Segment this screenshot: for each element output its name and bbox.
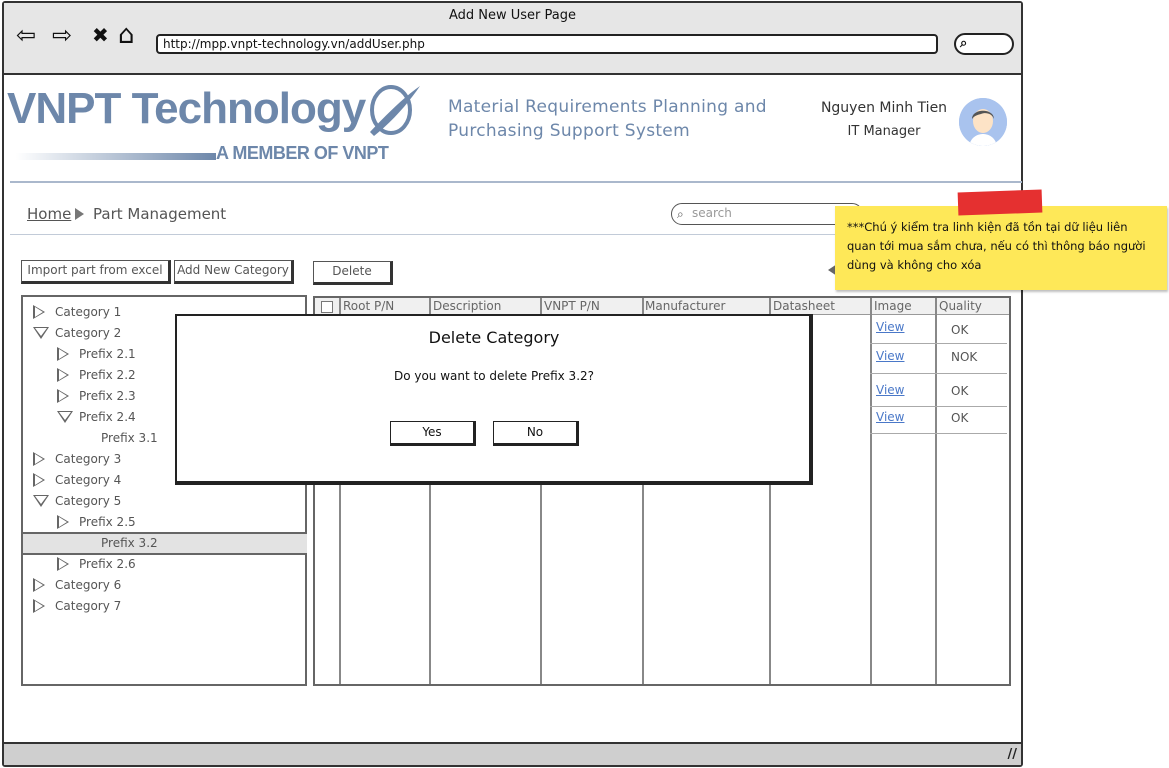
system-title: Material Requirements Planning and Purch… (448, 97, 767, 141)
tree-item[interactable]: Category 7 (23, 596, 303, 616)
add-category-button[interactable]: Add New Category (174, 260, 294, 284)
row-divider (870, 343, 1007, 344)
chevron-right-icon[interactable] (33, 599, 45, 613)
sticky-tape (957, 189, 1043, 216)
tree-item[interactable]: Prefix 2.5 (23, 512, 303, 532)
window-title: Add New User Page (448, 8, 577, 23)
chevron-down-icon[interactable] (33, 327, 49, 339)
chevron-right-icon[interactable] (33, 452, 45, 466)
delete-category-dialog: Delete Category Do you want to delete Pr… (175, 314, 813, 485)
table-header: Root P/N Description VNPT P/N Manufactur… (315, 298, 1009, 315)
column-header[interactable]: Image (874, 299, 912, 313)
tree-item-label: Category 4 (55, 473, 122, 487)
tree-item-label: Category 6 (55, 578, 122, 592)
chevron-down-icon[interactable] (33, 495, 49, 507)
tree-item-selected[interactable]: Prefix 3.2 (23, 533, 303, 553)
select-all-checkbox[interactable] (321, 301, 333, 313)
import-excel-button[interactable]: Import part from excel (21, 260, 171, 284)
forward-icon[interactable]: ⇨ (52, 23, 72, 47)
back-icon[interactable]: ⇦ (16, 23, 36, 47)
tree-item-label: Category 3 (55, 452, 122, 466)
tree-item-label: Category 5 (55, 494, 122, 508)
delete-button[interactable]: Delete (313, 261, 393, 285)
view-image-link[interactable]: View (876, 320, 904, 334)
tree-item-label: Prefix 3.2 (101, 536, 158, 550)
user-name: Nguyen Minh Tien (820, 100, 948, 116)
sticky-note: ***Chú ý kiểm tra linh kiện đã tồn tại d… (835, 206, 1167, 290)
quality-value: OK (951, 411, 969, 425)
breadcrumb-chevron-icon (75, 208, 84, 220)
view-image-link[interactable]: View (876, 410, 904, 424)
logo-swoosh-icon (370, 85, 420, 136)
tree-item[interactable]: Category 5 (23, 491, 303, 511)
yes-button[interactable]: Yes (390, 421, 476, 446)
tree-item[interactable]: Prefix 2.6 (23, 554, 303, 574)
tree-item[interactable]: Category 6 (23, 575, 303, 595)
view-image-link[interactable]: View (876, 383, 904, 397)
tree-item-label: Prefix 2.2 (79, 368, 136, 382)
no-button[interactable]: No (493, 421, 579, 446)
chevron-right-icon[interactable] (57, 347, 69, 361)
column-header[interactable]: Manufacturer (645, 299, 725, 313)
chevron-right-icon[interactable] (33, 305, 45, 319)
browser-window: Add New User Page ⇦ ⇨ ✖ ⌂ http://mpp.vnp… (2, 1, 1023, 767)
column-divider (870, 298, 872, 684)
chevron-right-icon[interactable] (57, 515, 69, 529)
tree-item-label: Prefix 2.5 (79, 515, 136, 529)
column-header[interactable]: Root P/N (343, 299, 394, 313)
quality-value: OK (951, 384, 969, 398)
tree-item-label: Prefix 2.3 (79, 389, 136, 403)
row-divider (870, 373, 1007, 374)
tree-item-label: Category 7 (55, 599, 122, 613)
column-header[interactable]: Datasheet (773, 299, 835, 313)
quality-value: NOK (951, 350, 978, 364)
chevron-right-icon[interactable] (57, 368, 69, 382)
column-header[interactable]: Description (433, 299, 501, 313)
column-divider (935, 298, 937, 684)
logo-text: VNPT Technology (7, 84, 366, 133)
dialog-title: Delete Category (428, 328, 560, 347)
browser-titlebar: Add New User Page ⇦ ⇨ ✖ ⌂ http://mpp.vnp… (4, 3, 1021, 75)
header-divider (10, 181, 1022, 183)
view-image-link[interactable]: View (876, 349, 904, 363)
home-icon[interactable]: ⌂ (118, 22, 135, 48)
row-divider (870, 406, 1007, 407)
tree-item-label: Prefix 2.6 (79, 557, 136, 571)
row-divider (870, 433, 1007, 434)
search-icon: ⌕ (960, 36, 968, 51)
chevron-right-icon[interactable] (33, 473, 45, 487)
chevron-down-icon[interactable] (57, 411, 73, 423)
url-bar[interactable]: http://mpp.vnpt-technology.vn/addUser.ph… (156, 34, 938, 54)
search-placeholder: search (692, 206, 732, 220)
tree-item-label: Prefix 2.1 (79, 347, 136, 361)
breadcrumb-home-link[interactable]: Home (27, 205, 71, 223)
tree-item-label: Category 1 (55, 305, 122, 319)
tree-item-label: Prefix 3.1 (101, 431, 158, 445)
browser-search-field[interactable]: ⌕ (954, 33, 1014, 55)
resize-grip-icon[interactable]: // (1008, 747, 1018, 762)
column-header[interactable]: VNPT P/N (544, 299, 600, 313)
chevron-right-icon[interactable] (33, 578, 45, 592)
avatar[interactable] (959, 98, 1007, 146)
tree-item-label: Category 2 (55, 326, 122, 340)
user-avatar-icon (959, 98, 1007, 146)
tree-item-label: Prefix 2.4 (79, 410, 136, 424)
logo-subtitle: A MEMBER OF VNPT (216, 143, 389, 163)
logo-bar (16, 153, 216, 160)
close-icon[interactable]: ✖ (92, 23, 109, 47)
search-icon: ⌕ (677, 207, 684, 221)
chevron-right-icon[interactable] (57, 557, 69, 571)
browser-statusbar: // (4, 742, 1021, 765)
user-role: IT Manager (847, 124, 921, 139)
quality-value: OK (951, 323, 969, 337)
dialog-message: Do you want to delete Prefix 3.2? (393, 369, 595, 383)
column-header[interactable]: Quality (939, 299, 982, 313)
breadcrumb-current: Part Management (93, 205, 227, 223)
sticky-note-text: ***Chú ý kiểm tra linh kiện đã tồn tại d… (847, 220, 1146, 272)
chevron-right-icon[interactable] (57, 389, 69, 403)
